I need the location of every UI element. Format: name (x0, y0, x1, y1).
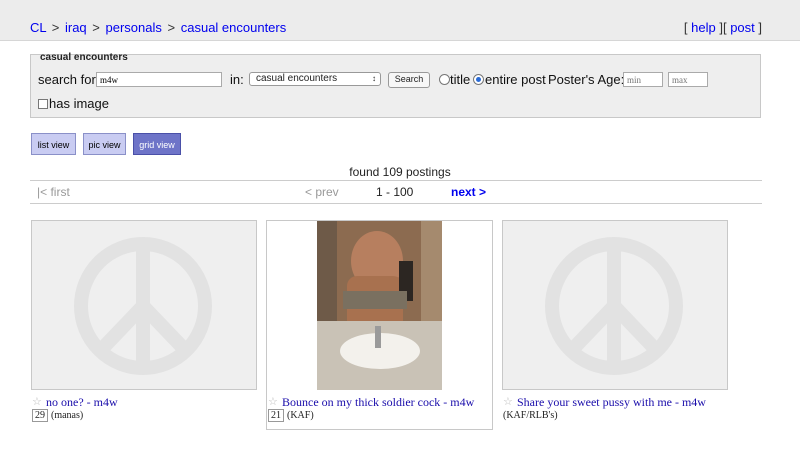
min-age-input[interactable] (623, 72, 663, 87)
category-select[interactable]: casual encounters ↕ (249, 72, 381, 86)
next-page-link[interactable]: next > (451, 185, 486, 199)
peace-sign-icon (545, 237, 683, 375)
peace-sign-icon (74, 237, 212, 375)
category-select-value: casual encounters (256, 73, 338, 84)
page-range: 1 - 100 (376, 185, 414, 199)
search-for-label: search for: (38, 72, 100, 87)
grid-view-button[interactable]: grid view (133, 133, 181, 155)
title-radio-label: title (450, 72, 471, 87)
posting-location: (KAF) (287, 410, 314, 421)
bracket-close: ] (715, 20, 723, 35)
star-icon[interactable]: ☆ (268, 395, 278, 408)
pic-view-button[interactable]: pic view (83, 133, 126, 155)
chevron-updown-icon: ↕ (372, 74, 376, 83)
prev-page-link[interactable]: < prev (305, 185, 339, 199)
photo-image (317, 221, 442, 390)
star-icon[interactable]: ☆ (503, 395, 513, 408)
breadcrumb-separator: > (51, 20, 60, 35)
posting-meta: (KAF/RLB's) (503, 410, 558, 421)
max-age-input[interactable] (668, 72, 708, 87)
breadcrumb: CL > iraq > personals > casual encounter… (30, 20, 286, 35)
breadcrumb-separator: > (92, 20, 100, 35)
breadcrumb-category[interactable]: casual encounters (181, 20, 287, 35)
posting-thumbnail[interactable] (502, 220, 728, 390)
entire-post-radio[interactable] (473, 74, 484, 85)
breadcrumb-cl[interactable]: CL (30, 20, 46, 35)
posting-photo[interactable] (317, 221, 442, 390)
in-label: in: (230, 72, 244, 87)
image-count: 21 (268, 409, 284, 422)
top-links: [ help ][ post ] (684, 20, 762, 35)
first-page-link[interactable]: |< first (37, 185, 70, 199)
search-input[interactable] (96, 72, 222, 87)
search-legend: casual encounters (40, 52, 128, 63)
entire-post-radio-label: entire post (485, 72, 546, 87)
star-icon[interactable]: ☆ (32, 395, 42, 408)
bracket-close: ] (754, 20, 762, 35)
results-count: found 109 postings (349, 165, 451, 179)
breadcrumb-city[interactable]: iraq (65, 20, 87, 35)
help-link[interactable]: help (691, 20, 716, 35)
posting-title[interactable]: no one? - m4w (46, 395, 118, 410)
list-view-button[interactable]: list view (31, 133, 76, 155)
pager: |< first < prev 1 - 100 next > (30, 180, 762, 204)
image-count: 29 (32, 409, 48, 422)
breadcrumb-section[interactable]: personals (106, 20, 162, 35)
has-image-checkbox[interactable] (38, 99, 48, 109)
search-button[interactable]: Search (388, 72, 430, 88)
posting-meta: 21 (KAF) (268, 409, 314, 422)
title-radio[interactable] (439, 74, 450, 85)
posting-location: (KAF/RLB's) (503, 410, 558, 421)
posters-age-label: Poster's Age: (548, 72, 625, 87)
top-bar: CL > iraq > personals > casual encounter… (0, 0, 800, 41)
post-link[interactable]: post (730, 20, 755, 35)
posting-location: (manas) (51, 410, 84, 421)
posting-title[interactable]: Bounce on my thick soldier cock - m4w (282, 395, 474, 410)
has-image-label: has image (49, 96, 109, 111)
posting-thumbnail[interactable] (31, 220, 257, 390)
posting-title[interactable]: Share your sweet pussy with me - m4w (517, 395, 706, 410)
posting-meta: 29 (manas) (32, 409, 84, 422)
breadcrumb-separator: > (167, 20, 176, 35)
